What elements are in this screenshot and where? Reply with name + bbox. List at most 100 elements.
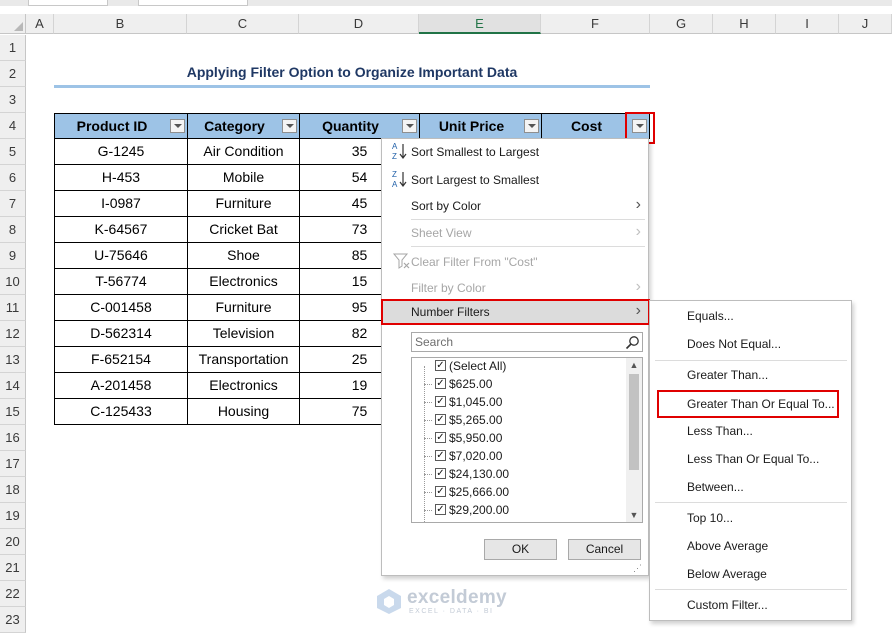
checklist-item[interactable]: ✓ $5,950.00 [435, 429, 502, 447]
checkbox-icon[interactable]: ✓ [435, 360, 446, 371]
menu-sort-descending[interactable]: Sort Largest to Smallest [411, 169, 641, 191]
checkbox-icon[interactable]: ✓ [435, 432, 446, 443]
submenu-between[interactable]: Between... [687, 476, 847, 498]
top-tab[interactable] [28, 0, 108, 6]
row-header[interactable]: 20 [0, 529, 26, 555]
row-header[interactable]: 12 [0, 321, 26, 347]
checklist-item[interactable]: ✓ $24,130.00 [435, 465, 509, 483]
submenu-less-than[interactable]: Less Than... [687, 420, 847, 442]
table-cell[interactable]: T-56774 [54, 269, 188, 295]
submenu-equals[interactable]: Equals... [687, 305, 847, 327]
column-header-c[interactable]: C [187, 14, 299, 34]
table-cell[interactable]: Cricket Bat [187, 217, 300, 243]
column-header-h[interactable]: H [713, 14, 776, 34]
row-header[interactable]: 13 [0, 347, 26, 373]
checklist-item[interactable]: ✓ $5,265.00 [435, 411, 502, 429]
submenu-does-not-equal[interactable]: Does Not Equal... [687, 333, 847, 355]
checkbox-icon[interactable]: ✓ [435, 504, 446, 515]
checklist-item[interactable]: ✓ $25,666.00 [435, 483, 509, 501]
column-header-j[interactable]: J [839, 14, 892, 34]
row-header[interactable]: 19 [0, 503, 26, 529]
row-header[interactable]: 3 [0, 87, 26, 113]
submenu-greater-than[interactable]: Greater Than... [687, 364, 847, 386]
row-header[interactable]: 6 [0, 165, 26, 191]
search-input[interactable]: Search [411, 332, 643, 352]
row-header[interactable]: 9 [0, 243, 26, 269]
column-header-g[interactable]: G [650, 14, 713, 34]
row-header[interactable]: 17 [0, 451, 26, 477]
table-cell[interactable]: Mobile [187, 165, 300, 191]
row-header[interactable]: 11 [0, 295, 26, 321]
table-cell[interactable]: Transportation [187, 347, 300, 373]
row-header[interactable]: 15 [0, 399, 26, 425]
checklist-item[interactable]: ✓ $7,020.00 [435, 447, 502, 465]
checklist-item[interactable]: ✓ $625.00 [435, 375, 492, 393]
submenu-above-average[interactable]: Above Average [687, 535, 847, 557]
table-cell[interactable]: Housing [187, 399, 300, 425]
menu-sort-by-color[interactable]: Sort by Color › [411, 195, 641, 217]
column-header-f[interactable]: F [541, 14, 650, 34]
table-cell[interactable]: G-1245 [54, 139, 188, 165]
table-cell[interactable]: Furniture [187, 191, 300, 217]
checkbox-icon[interactable]: ✓ [435, 378, 446, 389]
menu-sort-ascending[interactable]: Sort Smallest to Largest [411, 141, 641, 163]
checklist-item[interactable]: ✓ $29,200.00 [435, 501, 509, 519]
checklist-scrollbar[interactable]: ▲ ▼ [626, 358, 642, 522]
checklist-select-all[interactable]: ✓ (Select All) [435, 358, 506, 375]
table-cell[interactable]: F-652154 [54, 347, 188, 373]
submenu-top-10[interactable]: Top 10... [687, 507, 847, 529]
scroll-up-icon[interactable]: ▲ [626, 358, 642, 372]
checkbox-icon[interactable]: ✓ [435, 396, 446, 407]
table-cell[interactable]: Shoe [187, 243, 300, 269]
column-header-e[interactable]: E [419, 14, 541, 34]
column-header-a[interactable]: A [26, 14, 54, 34]
checkbox-icon[interactable]: ✓ [435, 468, 446, 479]
scroll-down-icon[interactable]: ▼ [626, 508, 642, 522]
checkbox-icon[interactable]: ✓ [435, 486, 446, 497]
row-header[interactable]: 4 [0, 113, 26, 139]
submenu-below-average[interactable]: Below Average [687, 563, 847, 585]
row-header[interactable]: 7 [0, 191, 26, 217]
submenu-custom-filter[interactable]: Custom Filter... [687, 594, 847, 616]
table-cell[interactable]: K-64567 [54, 217, 188, 243]
table-cell[interactable]: Electronics [187, 269, 300, 295]
row-header[interactable]: 23 [0, 607, 26, 633]
filter-dropdown-icon[interactable] [170, 119, 185, 133]
filter-dropdown-icon[interactable] [282, 119, 297, 133]
row-header[interactable]: 16 [0, 425, 26, 451]
column-header-d[interactable]: D [299, 14, 419, 34]
ok-button[interactable]: OK [484, 539, 557, 560]
checklist-item[interactable]: ✓ $1,045.00 [435, 393, 502, 411]
row-header[interactable]: 10 [0, 269, 26, 295]
row-header[interactable]: 8 [0, 217, 26, 243]
table-cell[interactable]: Television [187, 321, 300, 347]
row-header[interactable]: 14 [0, 373, 26, 399]
filter-dropdown-icon[interactable] [402, 119, 417, 133]
row-header[interactable]: 1 [0, 35, 26, 61]
table-cell[interactable]: I-0987 [54, 191, 188, 217]
column-header-i[interactable]: I [776, 14, 839, 34]
table-cell[interactable]: C-125433 [54, 399, 188, 425]
table-cell[interactable]: U-75646 [54, 243, 188, 269]
table-cell[interactable]: Electronics [187, 373, 300, 399]
resize-grip-icon[interactable]: ⋰ [633, 563, 645, 573]
top-tab[interactable] [138, 0, 248, 6]
scroll-thumb[interactable] [629, 374, 639, 470]
table-cell[interactable]: H-453 [54, 165, 188, 191]
table-cell[interactable]: Furniture [187, 295, 300, 321]
filter-dropdown-icon[interactable] [524, 119, 539, 133]
row-header[interactable]: 2 [0, 61, 26, 87]
row-header[interactable]: 22 [0, 581, 26, 607]
row-header[interactable]: 21 [0, 555, 26, 581]
table-cell[interactable]: A-201458 [54, 373, 188, 399]
row-header[interactable]: 18 [0, 477, 26, 503]
row-header[interactable]: 5 [0, 139, 26, 165]
checkbox-icon[interactable]: ✓ [435, 450, 446, 461]
select-all-corner[interactable] [0, 14, 26, 34]
submenu-less-than-or-equal[interactable]: Less Than Or Equal To... [687, 448, 847, 470]
table-cell[interactable]: C-001458 [54, 295, 188, 321]
checkbox-icon[interactable]: ✓ [435, 414, 446, 425]
cancel-button[interactable]: Cancel [568, 539, 641, 560]
table-cell[interactable]: Air Condition [187, 139, 300, 165]
column-header-b[interactable]: B [54, 14, 187, 34]
